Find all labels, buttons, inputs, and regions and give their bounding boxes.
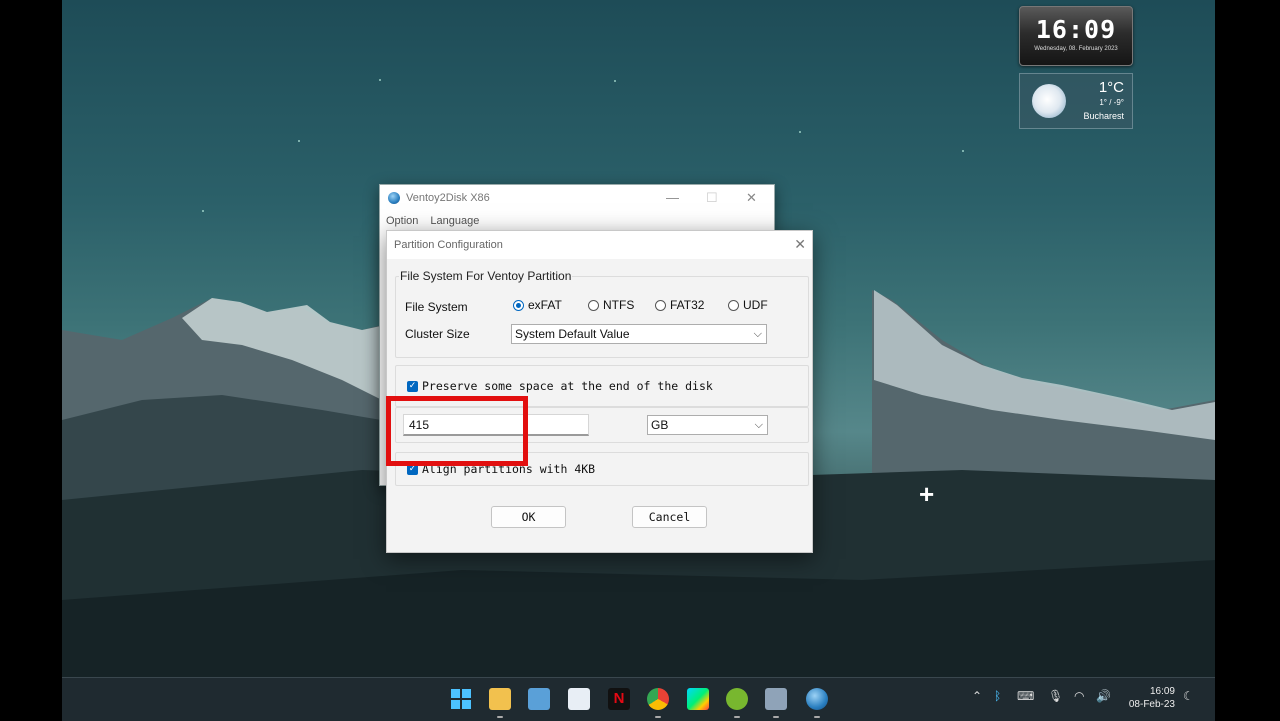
weather-city: Bucharest (1083, 111, 1124, 121)
ok-button[interactable]: OK (491, 506, 566, 528)
running-indicator (814, 716, 820, 718)
radio-icon (728, 299, 739, 311)
maximize-icon[interactable]: ☐ (706, 190, 718, 206)
radio-fat32[interactable]: FAT32 (655, 298, 704, 312)
printer-app-icon[interactable] (765, 688, 787, 710)
ventoy-icon[interactable] (806, 688, 828, 710)
partition-config-dialog: Partition Configuration ✕ File System Fo… (386, 230, 813, 553)
ventoy-icon (388, 192, 400, 204)
fs-group-title: File System For Ventoy Partition (399, 269, 573, 283)
bluetooth-icon[interactable]: ᛒ (994, 689, 1001, 703)
volume-icon[interactable]: 🔊 (1096, 689, 1111, 703)
radio-icon (588, 299, 599, 311)
clock-date: Wednesday, 08. February 2023 (1034, 46, 1118, 52)
moon-icon[interactable]: ☾ (1183, 689, 1194, 703)
radio-icon (655, 299, 666, 311)
clock-time: 16:09 (1035, 15, 1117, 44)
netflix-icon[interactable]: N (608, 688, 630, 710)
fs-group (395, 276, 809, 358)
taskbar: N ⌃ ᛒ ⌨ 🎙 ◠ 🔊 16:09 08-Feb-23 ☾ (62, 677, 1215, 721)
start-icon[interactable] (450, 688, 472, 710)
crosshair-cursor-icon: + (919, 479, 935, 509)
checkbox-checked-icon: ✓ (407, 380, 418, 392)
close-icon[interactable]: ✕ (746, 190, 757, 206)
weather-temperature: 1°C (1098, 79, 1124, 96)
moon-icon (1032, 84, 1066, 118)
taskbar-clock[interactable]: 16:09 08-Feb-23 (1125, 685, 1175, 711)
window-title: Ventoy2Disk X86 (406, 192, 490, 204)
play-store-icon[interactable] (687, 688, 709, 710)
preserve-checkbox[interactable]: ✓ Preserve some space at the end of the … (407, 379, 713, 393)
running-indicator (734, 716, 740, 718)
chevron-up-icon[interactable]: ⌃ (972, 689, 982, 703)
cluster-size-label: Cluster Size (405, 327, 470, 341)
minimize-icon[interactable]: — (666, 190, 679, 205)
radio-exfat[interactable]: exFAT (513, 298, 562, 312)
keyboard-icon[interactable]: ⌨ (1017, 689, 1034, 703)
radio-selected-icon (513, 299, 524, 311)
file-system-label: File System (405, 300, 468, 314)
chevron-down-icon: ⌵ (754, 419, 763, 431)
chrome-icon[interactable] (647, 688, 669, 710)
cluster-size-select[interactable]: System Default Value ⌵ (511, 324, 767, 344)
menu-option[interactable]: Option (386, 215, 418, 227)
clock-widget: 16:09 Wednesday, 08. February 2023 (1019, 6, 1133, 66)
chevron-down-icon: ⌵ (753, 328, 762, 340)
radio-udf[interactable]: UDF (728, 298, 768, 312)
running-indicator (773, 716, 779, 718)
running-indicator (497, 716, 503, 718)
checkbox-checked-icon: ✓ (407, 463, 418, 475)
weather-widget: 1°C 1° / -9° Bucharest (1019, 73, 1133, 129)
menu-bar: Option Language (380, 211, 774, 231)
dialog-close-icon[interactable]: ✕ (794, 236, 806, 253)
align-checkbox[interactable]: ✓ Align partitions with 4KB (407, 462, 595, 476)
taskbar-date: 08-Feb-23 (1128, 699, 1175, 710)
store-icon[interactable] (568, 688, 590, 710)
preserve-unit-select[interactable]: GB ⌵ (647, 415, 768, 435)
microphone-icon[interactable]: 🎙 (1048, 689, 1063, 703)
wifi-icon[interactable]: ◠ (1074, 689, 1084, 703)
cancel-button[interactable]: Cancel (632, 506, 707, 528)
dialog-title: Partition Configuration (387, 231, 812, 259)
running-indicator (655, 716, 661, 718)
utorrent-icon[interactable] (726, 688, 748, 710)
weather-range: 1° / -9° (1099, 98, 1124, 107)
photos-icon[interactable] (528, 688, 550, 710)
taskbar-time: 16:09 (1149, 686, 1175, 697)
menu-language[interactable]: Language (430, 215, 479, 227)
file-explorer-icon[interactable] (489, 688, 511, 710)
radio-ntfs[interactable]: NTFS (588, 298, 634, 312)
preserve-size-input[interactable]: 415 (403, 414, 589, 436)
